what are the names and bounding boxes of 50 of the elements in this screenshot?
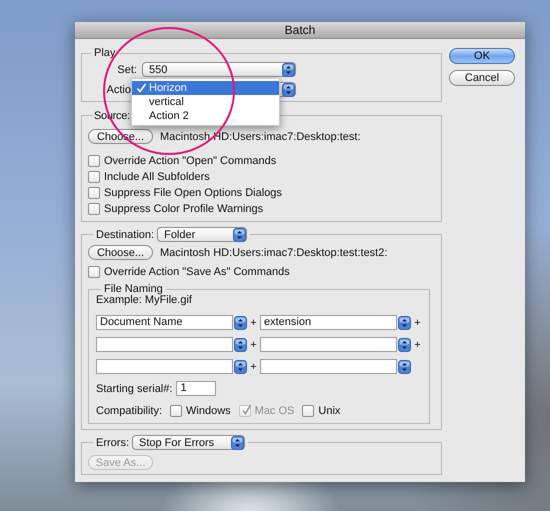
option-checkbox[interactable]: Override Action "Save As" Commands xyxy=(88,265,290,279)
example-text: Example: MyFile.gif xyxy=(96,294,192,306)
field-label: Errors: xyxy=(96,436,129,448)
menu-item[interactable]: Horizon xyxy=(132,81,279,95)
field-label: Actio xyxy=(106,84,132,96)
updown-arrows-icon xyxy=(234,316,247,330)
menu-item[interactable]: Action 2 xyxy=(132,109,279,123)
menu-item[interactable]: vertical xyxy=(132,95,279,109)
errors-select[interactable]: Stop For Errors xyxy=(132,435,245,450)
updown-arrows-icon xyxy=(398,316,411,330)
dialog-button[interactable]: Cancel xyxy=(449,70,515,86)
option-checkbox[interactable]: Suppress File Open Options Dialogs xyxy=(88,186,282,200)
compatibility-checkbox[interactable]: Unix xyxy=(302,404,340,418)
updown-arrows-icon xyxy=(282,82,295,96)
folder-path: Macintosh HD:Users:imac7:Desktop:test: xyxy=(160,130,361,142)
field-label: Set: xyxy=(116,64,137,76)
folder-path: Macintosh HD:Users:imac7:Desktop:test:test2: xyxy=(160,246,388,258)
set-select[interactable]: 550 xyxy=(142,62,296,77)
check-icon xyxy=(136,83,147,93)
destination-select[interactable]: Folder xyxy=(157,227,248,242)
field-label: Compatibility: xyxy=(96,404,162,416)
group-title: Play xyxy=(94,47,116,59)
field-label: Starting serial#: xyxy=(96,382,172,394)
name-part-field[interactable] xyxy=(260,359,411,374)
name-part-field[interactable] xyxy=(96,337,247,352)
dialog-button[interactable]: OK xyxy=(449,48,515,64)
updown-arrows-icon xyxy=(398,338,411,352)
choose-button[interactable]: Choose... xyxy=(88,245,153,260)
updown-arrows-icon xyxy=(233,228,246,242)
plus-sign: + xyxy=(413,338,422,350)
checkmark-icon xyxy=(240,404,252,416)
field-label: Destination: xyxy=(96,228,154,240)
updown-arrows-icon xyxy=(398,360,411,374)
option-checkbox[interactable]: Override Action "Open" Commands xyxy=(88,154,276,168)
name-part-field[interactable] xyxy=(260,337,411,352)
plus-sign: + xyxy=(249,316,258,328)
window-title: Batch xyxy=(284,23,316,37)
updown-arrows-icon xyxy=(231,436,244,450)
name-part-field[interactable] xyxy=(96,359,247,374)
group-title: File Naming xyxy=(104,283,163,295)
serial-field[interactable]: 1 xyxy=(176,381,216,396)
plus-sign: + xyxy=(413,316,422,328)
option-checkbox[interactable]: Suppress Color Profile Warnings xyxy=(88,202,264,216)
updown-arrows-icon xyxy=(234,360,247,374)
updown-arrows-icon xyxy=(282,62,295,76)
plus-sign: + xyxy=(249,360,258,372)
plus-sign: + xyxy=(249,338,258,350)
compatibility-checkbox[interactable]: Windows xyxy=(170,404,231,418)
option-checkbox[interactable]: Include All Subfolders xyxy=(88,170,210,184)
updown-arrows-icon xyxy=(234,338,247,352)
